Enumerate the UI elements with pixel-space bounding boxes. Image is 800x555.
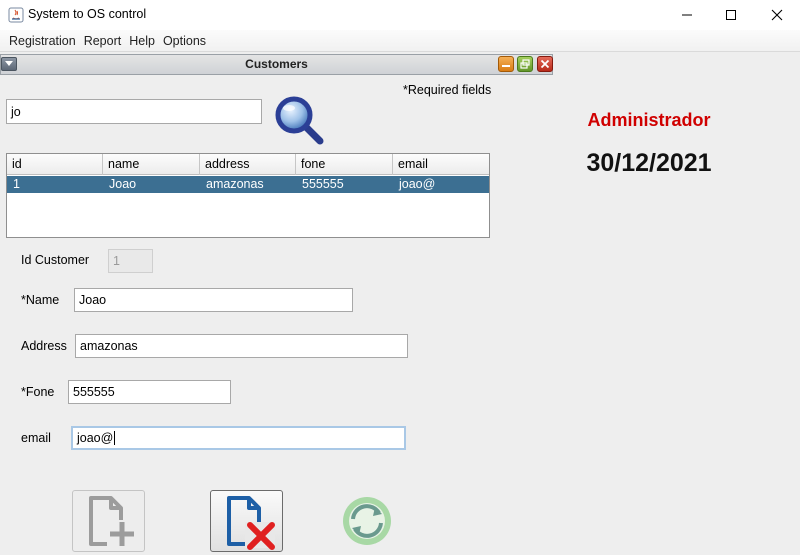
minimize-icon — [682, 14, 692, 16]
restore-icon — [520, 59, 530, 69]
java-app-icon — [8, 7, 24, 23]
name-label: *Name — [21, 293, 60, 307]
fone-field[interactable]: 555555 — [68, 380, 231, 404]
table-header: id name address fone email — [7, 154, 489, 175]
refresh-icon — [342, 497, 391, 545]
menu-help[interactable]: Help — [125, 34, 159, 48]
delete-customer-button[interactable] — [210, 490, 283, 552]
frame-restore-button[interactable] — [517, 56, 533, 72]
address-value: amazonas — [80, 339, 138, 353]
cell-address: amazonas — [206, 177, 264, 191]
frame-minimize-button[interactable] — [498, 56, 514, 72]
id-customer-value: 1 — [113, 254, 120, 268]
address-label: Address — [21, 339, 67, 353]
close-icon — [771, 9, 783, 21]
column-header-name[interactable]: name — [103, 154, 200, 175]
column-header-email[interactable]: email — [393, 154, 489, 175]
menu-options[interactable]: Options — [159, 34, 210, 48]
minimize-window-button[interactable] — [664, 0, 710, 30]
menu-report[interactable]: Report — [80, 34, 126, 48]
text-caret — [114, 431, 116, 445]
add-document-icon — [88, 496, 137, 548]
menu-bar: Registration Report Help Options — [0, 30, 800, 52]
column-header-id[interactable]: id — [7, 154, 103, 175]
magnifier-icon — [275, 96, 324, 145]
search-button[interactable] — [274, 95, 326, 147]
refresh-button[interactable] — [330, 490, 403, 552]
search-input-value: jo — [11, 104, 21, 119]
date-label: 30/12/2021 — [586, 149, 712, 177]
cell-email: joao@ — [399, 177, 436, 191]
maximize-icon — [726, 10, 736, 20]
id-customer-label: Id Customer — [21, 253, 90, 267]
frame-close-button[interactable] — [537, 56, 553, 72]
close-window-button[interactable] — [754, 0, 800, 30]
minimize-icon — [502, 65, 510, 67]
id-customer-field: 1 — [108, 249, 153, 273]
user-role-label: Administrador — [587, 110, 711, 130]
frame-title: Customers — [245, 57, 308, 71]
fone-value: 555555 — [73, 385, 115, 399]
customers-table[interactable]: id name address fone email 1 Joao amazon… — [6, 153, 490, 238]
email-label: email — [21, 431, 51, 445]
column-header-address[interactable]: address — [200, 154, 296, 175]
menu-registration[interactable]: Registration — [5, 34, 80, 48]
cell-id: 1 — [13, 177, 20, 191]
delete-document-icon — [226, 496, 275, 550]
cell-name: Joao — [109, 177, 137, 191]
name-value: Joao — [79, 293, 107, 307]
name-field[interactable]: Joao — [74, 288, 353, 312]
cell-fone: 555555 — [302, 177, 344, 191]
close-icon — [540, 59, 550, 69]
address-field[interactable]: amazonas — [75, 334, 408, 358]
add-customer-button[interactable] — [72, 490, 145, 552]
search-input[interactable]: jo — [6, 99, 262, 124]
email-field[interactable]: joao@ — [71, 426, 406, 450]
email-value: joao@ — [77, 431, 114, 445]
window-title: System to OS control — [28, 7, 147, 21]
table-row[interactable]: 1 Joao amazonas 555555 joao@ — [7, 176, 489, 193]
column-header-fone[interactable]: fone — [296, 154, 393, 175]
fone-label: *Fone — [21, 385, 55, 399]
required-fields-note: *Required fields — [403, 83, 492, 97]
maximize-window-button[interactable] — [708, 0, 754, 30]
